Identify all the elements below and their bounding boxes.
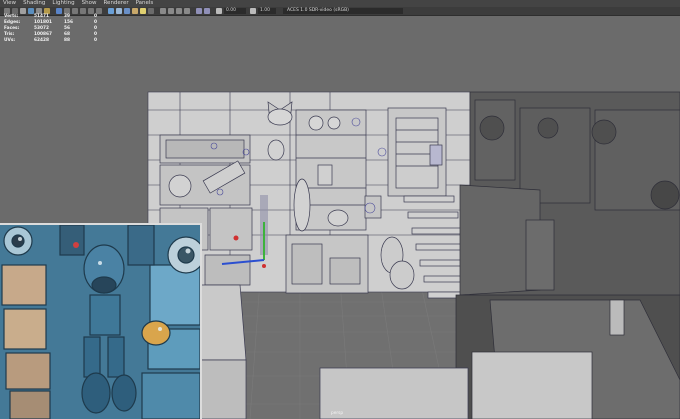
heads-up-display: Verts: 51471 39 0 Edges: 101801 156 0 Fa…: [4, 14, 104, 44]
hud-value: 0: [94, 38, 97, 43]
xray-icon[interactable]: [204, 8, 210, 14]
menu-panels[interactable]: Panels: [136, 0, 154, 7]
hud-value: 62428: [34, 38, 49, 43]
wireframe-icon[interactable]: [108, 8, 114, 14]
menu-view[interactable]: View: [3, 0, 16, 7]
wireframe-on-shaded-icon[interactable]: [124, 8, 130, 14]
exposure-field[interactable]: 0.00: [224, 8, 246, 14]
anti-aliasing-icon[interactable]: [176, 8, 182, 14]
hud-value: 88: [64, 38, 70, 43]
smooth-shade-icon[interactable]: [116, 8, 122, 14]
reference-image-panel: [0, 223, 202, 419]
menu-bar: View Shading Lighting Show Renderer Pane…: [0, 0, 680, 7]
hud-row: UVs: 62428 88 0: [4, 38, 104, 44]
camera-name-label: persp: [331, 411, 344, 416]
gamma-icon[interactable]: [250, 8, 256, 14]
shadows-icon[interactable]: [148, 8, 154, 14]
robot-reference-image: [0, 225, 200, 419]
hud-label: UVs:: [4, 38, 16, 43]
menu-shading[interactable]: Shading: [23, 0, 45, 7]
gamma-field[interactable]: 1.00: [258, 8, 276, 14]
exposure-icon[interactable]: [216, 8, 222, 14]
view-transform-dropdown[interactable]: ACES 1.0 SDR-video (sRGB): [283, 8, 403, 14]
motion-blur-icon[interactable]: [168, 8, 174, 14]
isolate-select-icon[interactable]: [196, 8, 202, 14]
right-machinery: [455, 91, 680, 419]
textured-icon[interactable]: [132, 8, 138, 14]
menu-show[interactable]: Show: [82, 0, 97, 7]
ambient-occlusion-icon[interactable]: [160, 8, 166, 14]
menu-lighting[interactable]: Lighting: [52, 0, 74, 7]
left-foreground-block: [199, 284, 247, 419]
depth-of-field-icon[interactable]: [184, 8, 190, 14]
lights-icon[interactable]: [140, 8, 146, 14]
menu-renderer[interactable]: Renderer: [103, 0, 128, 7]
